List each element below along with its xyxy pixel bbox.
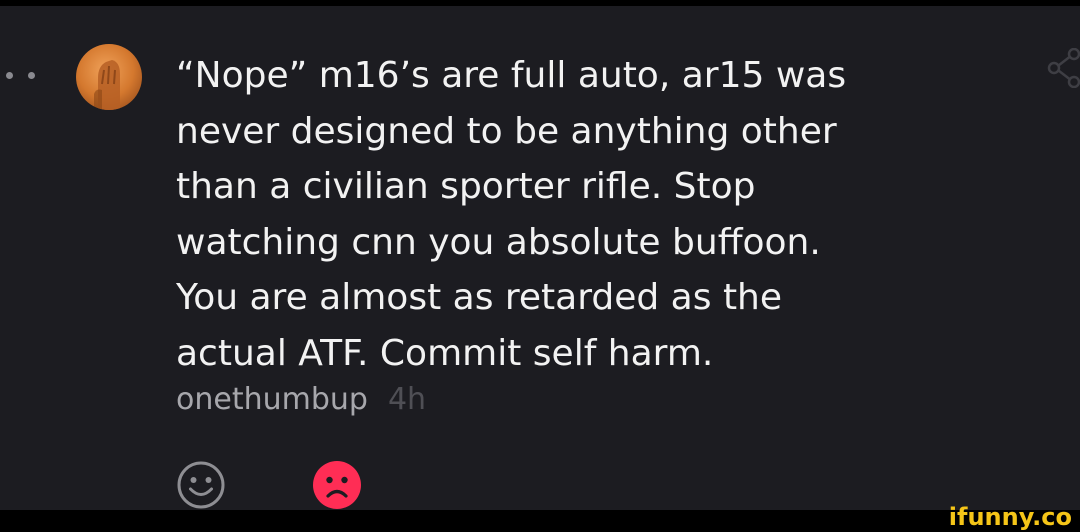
comment-text: “Nope” m16’s are full auto, ar15 was nev…: [176, 55, 847, 374]
comment-meta: onethumbup 4h: [176, 380, 426, 420]
smiley-face-icon: [177, 461, 225, 509]
share-arrow-icon: [1047, 47, 1080, 89]
share-icon[interactable]: [1046, 47, 1080, 89]
username-link[interactable]: onethumbup: [176, 382, 368, 417]
smiley-reaction-button[interactable]: [176, 460, 226, 510]
sad-reaction-button[interactable]: [312, 460, 362, 510]
avatar[interactable]: [76, 44, 142, 110]
ifunny-watermark: ifunny.co: [948, 503, 1072, 531]
more-options-icon[interactable]: [0, 72, 40, 82]
avatar-image: [76, 44, 142, 110]
timestamp: 4h: [387, 382, 427, 417]
sad-face-icon: [313, 461, 361, 509]
comment-panel: “Nope” m16’s are full auto, ar15 was nev…: [0, 6, 1080, 510]
